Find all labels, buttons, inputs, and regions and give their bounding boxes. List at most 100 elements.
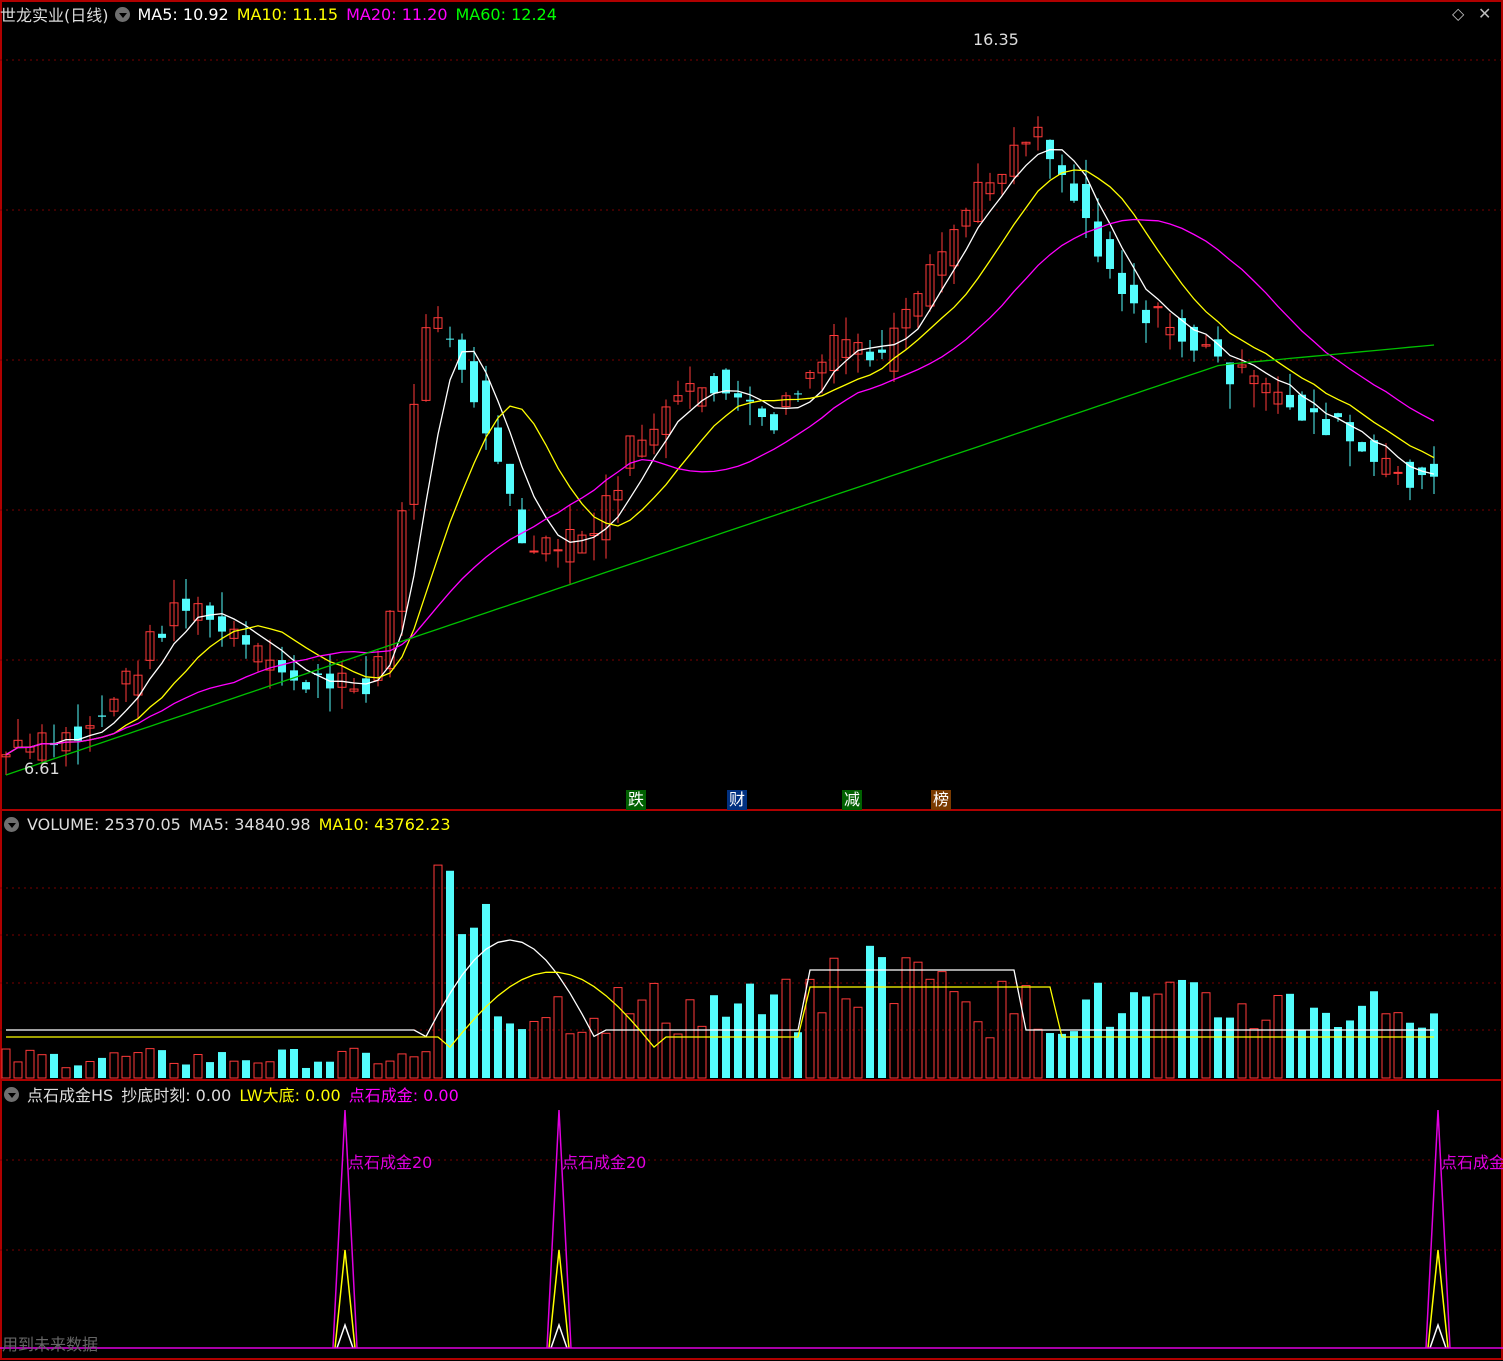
candle-body: [770, 414, 778, 431]
candle-body: [242, 635, 250, 645]
volume-bar: [121, 1055, 131, 1079]
volume-bar: [1237, 1003, 1247, 1079]
volume-bar: [494, 1016, 502, 1078]
candle-body: [1118, 272, 1126, 294]
volume-bar: [13, 1061, 23, 1079]
candle-body: [1142, 309, 1150, 324]
chart-canvas[interactable]: [0, 0, 1503, 1361]
volume-bar: [218, 1052, 226, 1078]
volume-bar: [878, 957, 886, 1078]
candle-body: [302, 682, 310, 690]
candle-body: [1286, 394, 1294, 408]
diamond-icon[interactable]: ◇: [1452, 4, 1464, 23]
volume-bar: [985, 1037, 995, 1079]
volume-bar: [349, 1047, 359, 1079]
signal-spike: [1425, 1109, 1451, 1349]
volume-bar: [1033, 1028, 1043, 1079]
signal-spike: [1429, 1322, 1447, 1349]
chevron-down-icon[interactable]: [4, 1086, 19, 1102]
chevron-down-icon[interactable]: [4, 816, 19, 832]
volume-bar: [1201, 992, 1211, 1079]
candle-body: [98, 715, 106, 717]
candle-body: [218, 616, 226, 632]
volume-bar: [98, 1057, 106, 1078]
candle-body: [1430, 463, 1438, 477]
stock-title[interactable]: 世龙实业(日线): [0, 2, 109, 26]
candle-body: [866, 351, 874, 361]
signal-spike: [336, 1322, 354, 1349]
candle-body: [518, 509, 526, 544]
volume-bar: [1406, 1022, 1414, 1078]
close-icon[interactable]: ✕: [1478, 4, 1491, 23]
lw-value: LW大底: 0.00: [239, 1086, 341, 1105]
candle-body: [1106, 239, 1114, 269]
volume-bar: [193, 1054, 203, 1079]
volume-bar: [109, 1052, 119, 1079]
volume-bar: [1261, 1019, 1271, 1079]
volume-bar: [458, 934, 466, 1078]
candle-body: [734, 393, 742, 398]
volume-bar: [601, 1032, 611, 1079]
volume-header: VOLUME: 25370.05 MA5: 34840.98 MA10: 437…: [0, 812, 459, 836]
ma10-line: [5, 169, 1435, 756]
event-marker[interactable]: 减: [842, 790, 862, 810]
event-marker[interactable]: 财: [727, 790, 747, 810]
ma60-value: MA60: 12.24: [455, 4, 557, 24]
volume-bar: [961, 1001, 971, 1079]
volume-bar: [1249, 1028, 1259, 1079]
volume-bar: [158, 1050, 166, 1078]
volume-bar: [385, 1060, 395, 1079]
volume-bar: [482, 903, 490, 1078]
volume-bar: [85, 1060, 95, 1079]
volume-bar: [1021, 985, 1031, 1079]
volume-bar: [697, 1025, 707, 1079]
volume-bar: [722, 1016, 730, 1078]
volume-bar: [314, 1061, 322, 1078]
peak-label: 点石成金20: [1441, 1153, 1503, 1172]
chaodi-value: 抄底时刻: 0.00: [121, 1086, 232, 1105]
volume-bar: [1322, 1012, 1330, 1078]
event-marker[interactable]: 跌: [626, 790, 646, 810]
volume-bar: [145, 1048, 155, 1079]
signal-spike: [548, 1249, 570, 1349]
candle-body: [1358, 442, 1366, 452]
volume-bar: [817, 1012, 827, 1079]
candle-body: [758, 408, 766, 418]
volume-bar: [637, 999, 647, 1079]
volume-bar: [1, 1048, 11, 1079]
high-price-label: 16.35: [973, 30, 1019, 49]
candle-body: [878, 349, 886, 353]
candle-body: [506, 463, 514, 494]
volume-bar: [421, 1051, 431, 1079]
volume-bar: [50, 1053, 58, 1078]
volume-bar: [1393, 1012, 1403, 1079]
volume-bar: [397, 1053, 407, 1079]
volume-bar: [1118, 1013, 1126, 1078]
indicator-name[interactable]: 点石成金HS: [27, 1082, 113, 1106]
ma20-line: [5, 218, 1435, 756]
volume-bar: [37, 1054, 47, 1079]
volume-bar: [1226, 1017, 1234, 1078]
volume-bar: [1106, 1026, 1114, 1078]
volume-bar: [841, 998, 851, 1079]
candle-body: [1226, 362, 1234, 385]
candle-body: [1334, 413, 1342, 418]
volume-bar: [625, 1013, 635, 1079]
volume-bar: [1046, 1033, 1054, 1078]
volume-bar: [506, 1023, 514, 1078]
peak-label: 点石成金20: [562, 1153, 647, 1172]
event-marker[interactable]: 榜: [931, 790, 951, 810]
candle-body: [722, 369, 730, 394]
volume-bar: [889, 1003, 899, 1079]
candle-body: [1393, 471, 1403, 474]
signal-spike: [332, 1109, 358, 1349]
ma5-value: MA5: 10.92: [137, 4, 229, 24]
volume-bar: [253, 1062, 263, 1079]
candle-body: [1070, 183, 1078, 201]
volume-bar: [1381, 1013, 1391, 1079]
chevron-down-icon[interactable]: [114, 6, 130, 22]
volume-bar: [337, 1050, 347, 1079]
candle-body: [746, 399, 754, 402]
volume-ma5: MA5: 34840.98: [188, 814, 311, 834]
volume-ma10: MA10: 43762.23: [318, 814, 451, 834]
